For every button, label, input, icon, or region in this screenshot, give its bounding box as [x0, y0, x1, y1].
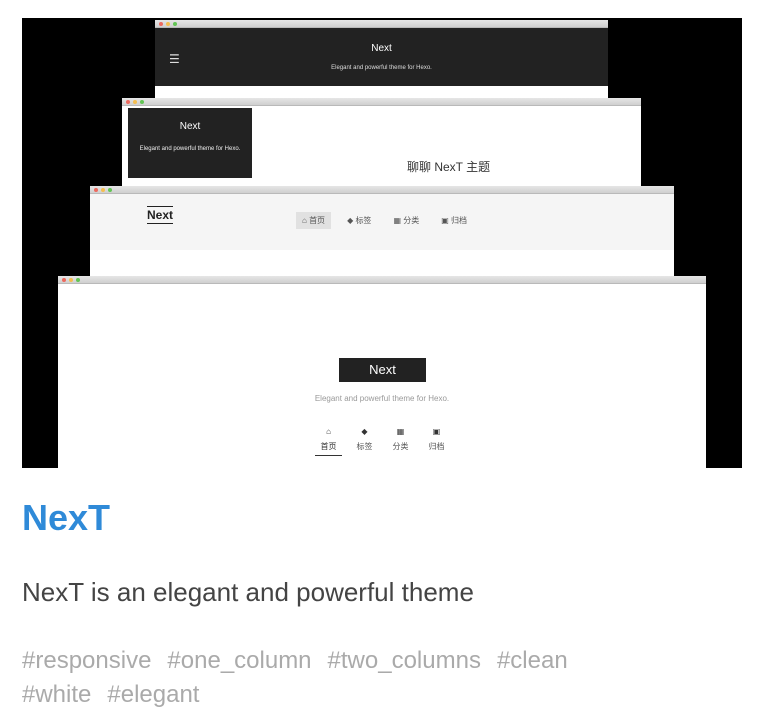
site-subtitle: Elegant and powerful theme for Hexo.	[331, 65, 432, 71]
nav-item-home: ⌂ 首页	[315, 426, 342, 456]
preview-window-sidebar-scheme: Next Elegant and powerful theme for Hexo…	[122, 98, 641, 190]
window-titlebar	[155, 20, 608, 28]
window-controls	[62, 278, 80, 282]
nav-label: 分类	[403, 216, 420, 225]
home-icon: ⌂	[326, 427, 331, 436]
tag-link[interactable]: #clean	[497, 647, 568, 674]
site-subtitle: Elegant and powerful theme for Hexo.	[139, 146, 241, 152]
nav-label: 归档	[428, 442, 445, 451]
window-titlebar	[58, 276, 706, 284]
site-subtitle: Elegant and powerful theme for Hexo.	[314, 394, 450, 403]
nav-item-categories: ▦ 分类	[387, 426, 414, 456]
nav-item-archives: ▣ 归档	[441, 216, 467, 225]
site-header: Next ⌂ 首页 ◆ 标签 ▦ 分类 ▣ 归档	[90, 194, 674, 250]
window-controls	[126, 100, 144, 104]
nav-label: 首页	[315, 441, 342, 456]
site-nav: ⌂ 首页 ◆ 标签 ▦ 分类 ▣ 归档	[315, 426, 450, 456]
preview-window-muse-scheme: Next Elegant and powerful theme for Hexo…	[58, 276, 706, 468]
window-titlebar	[90, 186, 674, 194]
tag-link[interactable]: #two_columns	[328, 647, 481, 674]
nav-label: 分类	[392, 442, 409, 451]
site-sidebar-header: Next Elegant and powerful theme for Hexo…	[128, 108, 252, 178]
tag-link[interactable]: #white	[22, 681, 91, 708]
grid-icon: ▦	[396, 427, 405, 436]
nav-item-tags: ◆ 标签	[347, 216, 372, 225]
nav-item-home: ⌂ 首页	[296, 212, 332, 229]
site-title: Next	[339, 358, 426, 382]
nav-item-tags: ◆ 标签	[351, 426, 378, 456]
theme-description: NexT is an elegant and powerful theme	[22, 577, 474, 607]
tag-link[interactable]: #one_column	[167, 647, 311, 674]
theme-title-link[interactable]: NexT	[22, 494, 110, 542]
nav-label: 标签	[355, 216, 372, 225]
site-logo: Next	[147, 206, 174, 224]
nav-label: 首页	[309, 216, 326, 225]
preview-window-mobile: ☰ Next Elegant and powerful theme for He…	[155, 20, 608, 98]
post-title: 聊聊 NexT 主题	[407, 160, 491, 174]
theme-tags: #responsive #one_column #two_columns #clean…	[22, 644, 742, 712]
theme-preview-image[interactable]: ☰ Next Elegant and powerful theme for He…	[22, 18, 742, 468]
tag-link[interactable]: #elegant	[107, 681, 199, 708]
site-header: ☰ Next Elegant and powerful theme for He…	[155, 28, 608, 86]
nav-label: 标签	[356, 442, 373, 451]
archive-icon: ▣	[432, 427, 441, 436]
hamburger-icon: ☰	[169, 52, 180, 66]
nav-item-archives: ▣ 归档	[423, 426, 450, 456]
site-title: Next	[371, 43, 392, 54]
window-controls	[94, 188, 112, 192]
window-controls	[159, 22, 177, 26]
site-nav: ⌂ 首页 ◆ 标签 ▦ 分类 ▣ 归档	[296, 212, 473, 229]
tag-icon: ◆	[361, 427, 368, 436]
nav-label: 归档	[451, 216, 467, 225]
preview-window-mist-scheme: Next ⌂ 首页 ◆ 标签 ▦ 分类 ▣ 归档	[90, 186, 674, 278]
window-titlebar	[122, 98, 641, 106]
site-title: Next	[179, 121, 201, 132]
nav-item-categories: ▦ 分类	[393, 216, 420, 225]
tag-link[interactable]: #responsive	[22, 647, 151, 674]
